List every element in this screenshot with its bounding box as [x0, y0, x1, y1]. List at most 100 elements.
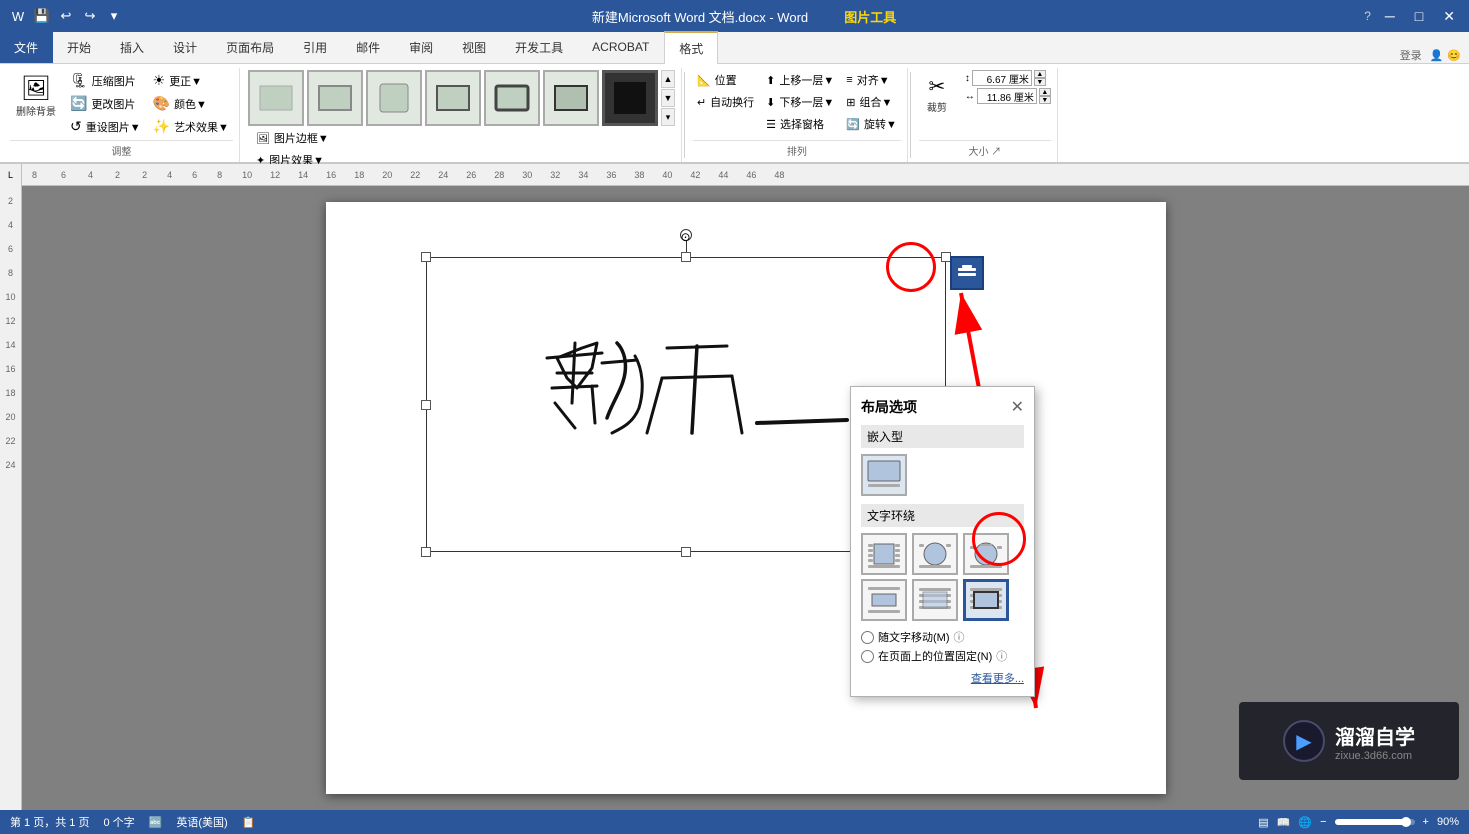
align-btn[interactable]: ≡ 对齐▼ [842, 70, 901, 90]
window-controls: ? ─ □ ✕ [1364, 6, 1461, 27]
login-link[interactable]: 登录 [1400, 47, 1422, 63]
customize-btn[interactable]: ▾ [104, 6, 124, 26]
tab-review[interactable]: 审阅 [395, 31, 448, 63]
color-label: 颜色▼ [174, 96, 207, 112]
emoji-icon: 😊 [1447, 49, 1461, 62]
zoom-out-btn[interactable]: − [1320, 816, 1326, 828]
tab-developer[interactable]: 开发工具 [501, 31, 578, 63]
watermark-main-text: 溜溜自学 [1335, 721, 1415, 750]
popup-close-btn[interactable]: ✕ [1011, 397, 1024, 417]
square-icon [866, 538, 902, 570]
handle-ml[interactable] [421, 400, 431, 410]
crop-btn[interactable]: ✂ 裁剪 [919, 70, 955, 118]
tab-mailings[interactable]: 邮件 [342, 31, 395, 63]
align-icon: ≡ [846, 74, 852, 86]
tab-references[interactable]: 引用 [289, 31, 342, 63]
tab-file[interactable]: 文件 [0, 31, 53, 63]
width-input[interactable] [977, 88, 1037, 104]
color-btn[interactable]: 🎨 颜色▼ [149, 93, 233, 114]
width-up[interactable]: ▲ [1039, 88, 1051, 96]
ruler-corner[interactable]: L [0, 164, 22, 186]
handle-tl[interactable] [421, 252, 431, 262]
position-btn[interactable]: 📐 位置 [693, 70, 758, 90]
scroll-down-btn[interactable]: ▼ [661, 89, 675, 107]
tab-home[interactable]: 开始 [53, 31, 106, 63]
send-back-btn[interactable]: ⬇ 下移一层▼ [762, 92, 838, 112]
radio-m-info[interactable]: ⓘ [954, 629, 965, 645]
group-btn[interactable]: ⊞ 组合▼ [842, 92, 901, 112]
view-mode-web[interactable]: 🌐 [1298, 816, 1312, 829]
size-dialog-btn[interactable]: ↗ [991, 147, 1001, 158]
style-thumb-2[interactable] [307, 70, 363, 126]
height-input[interactable] [972, 70, 1032, 86]
rotate-label: 旋转▼ [864, 116, 897, 132]
save-btn[interactable]: 💾 [32, 6, 52, 26]
tab-view[interactable]: 视图 [448, 31, 501, 63]
tab-acrobat[interactable]: ACROBAT [578, 31, 664, 63]
compress-btn[interactable]: 🗜 压缩图片 [66, 70, 145, 91]
title-bar-left: W 💾 ↩ ↪ ▾ [8, 6, 124, 26]
see-more-link[interactable]: 查看更多... [971, 673, 1024, 685]
height-up[interactable]: ▲ [1034, 70, 1046, 78]
layout-topbottom-btn[interactable] [861, 579, 907, 621]
corrections-btn[interactable]: ☀ 更正▼ [149, 70, 233, 91]
scroll-up-btn[interactable]: ▲ [661, 70, 675, 88]
layout-square-btn[interactable] [861, 533, 907, 575]
layout-tight-btn[interactable] [912, 533, 958, 575]
watermark-sub-text: zixue.3d66.com [1335, 750, 1415, 762]
zoom-in-btn[interactable]: + [1423, 816, 1429, 828]
remove-bg-btn[interactable]: 🖼 删除背景 [10, 70, 62, 122]
undo-btn[interactable]: ↩ [56, 6, 76, 26]
style-thumb-4[interactable] [425, 70, 481, 126]
rotate-btn[interactable]: 🔄 旋转▼ [842, 114, 901, 134]
minimize-btn[interactable]: ─ [1379, 6, 1401, 26]
layout-through-btn[interactable] [963, 533, 1009, 575]
style-thumb-7[interactable] [602, 70, 658, 126]
style-thumb-3[interactable] [366, 70, 422, 126]
layout-front-btn[interactable] [963, 579, 1009, 621]
style-thumb-5[interactable] [484, 70, 540, 126]
close-btn[interactable]: ✕ [1437, 6, 1461, 27]
main-area: 24681012141618202224 ⊙ [0, 186, 1469, 810]
width-row: ↔ ▲ ▼ [965, 88, 1051, 104]
watermark-logo-icon: ▶ [1283, 720, 1325, 762]
radio-n-input[interactable] [861, 650, 874, 663]
style-thumb-6[interactable] [543, 70, 599, 126]
view-mode-print[interactable]: ▤ [1258, 816, 1268, 829]
reset-pic-btn[interactable]: ↺ 重设图片▼ [66, 116, 145, 137]
wrap-text-btn[interactable]: ↵ 自动换行 [693, 92, 758, 112]
arrange-col2: ⬆ 上移一层▼ ⬇ 下移一层▼ ☰ 选择窗格 [762, 70, 838, 134]
send-back-label: 下移一层▼ [779, 94, 834, 110]
bring-forward-btn[interactable]: ⬆ 上移一层▼ [762, 70, 838, 90]
view-mode-read[interactable]: 📖 [1277, 816, 1291, 829]
handle-bc[interactable] [681, 547, 691, 557]
zoom-slider[interactable] [1335, 819, 1415, 825]
pic-border-btn[interactable]: 🖼 图片边框▼ [252, 128, 675, 148]
crop-icon: ✂ [928, 74, 945, 99]
radio-n-info[interactable]: ⓘ [996, 648, 1007, 664]
tab-layout[interactable]: 页面布局 [212, 31, 289, 63]
maximize-btn[interactable]: □ [1409, 6, 1429, 26]
redo-btn[interactable]: ↪ [80, 6, 100, 26]
rotate-handle[interactable]: ⊙ [680, 229, 692, 241]
tab-insert[interactable]: 插入 [106, 31, 159, 63]
zoom-fill [1335, 819, 1407, 825]
align-label: 对齐▼ [857, 72, 890, 88]
radio-options-group: 随文字移动(M) ⓘ 在页面上的位置固定(N) ⓘ [861, 629, 1024, 664]
handle-tc[interactable] [681, 252, 691, 262]
art-effects-btn[interactable]: ✨ 艺术效果▼ [149, 116, 233, 137]
tab-format[interactable]: 格式 [664, 31, 718, 64]
layout-inline-btn[interactable] [861, 454, 907, 496]
style-thumb-1[interactable] [248, 70, 304, 126]
width-down[interactable]: ▼ [1039, 96, 1051, 104]
tab-design[interactable]: 设计 [159, 31, 212, 63]
height-down[interactable]: ▼ [1034, 78, 1046, 86]
select-pane-btn[interactable]: ☰ 选择窗格 [762, 114, 838, 134]
scroll-expand-btn[interactable]: ▾ [661, 108, 675, 126]
scroll-icon: 📋 [242, 816, 256, 829]
handle-bl[interactable] [421, 547, 431, 557]
radio-m-input[interactable] [861, 631, 874, 644]
change-pic-btn[interactable]: 🔄 更改图片 [66, 93, 145, 114]
layout-options-btn[interactable] [950, 256, 984, 290]
layout-behind-btn[interactable] [912, 579, 958, 621]
